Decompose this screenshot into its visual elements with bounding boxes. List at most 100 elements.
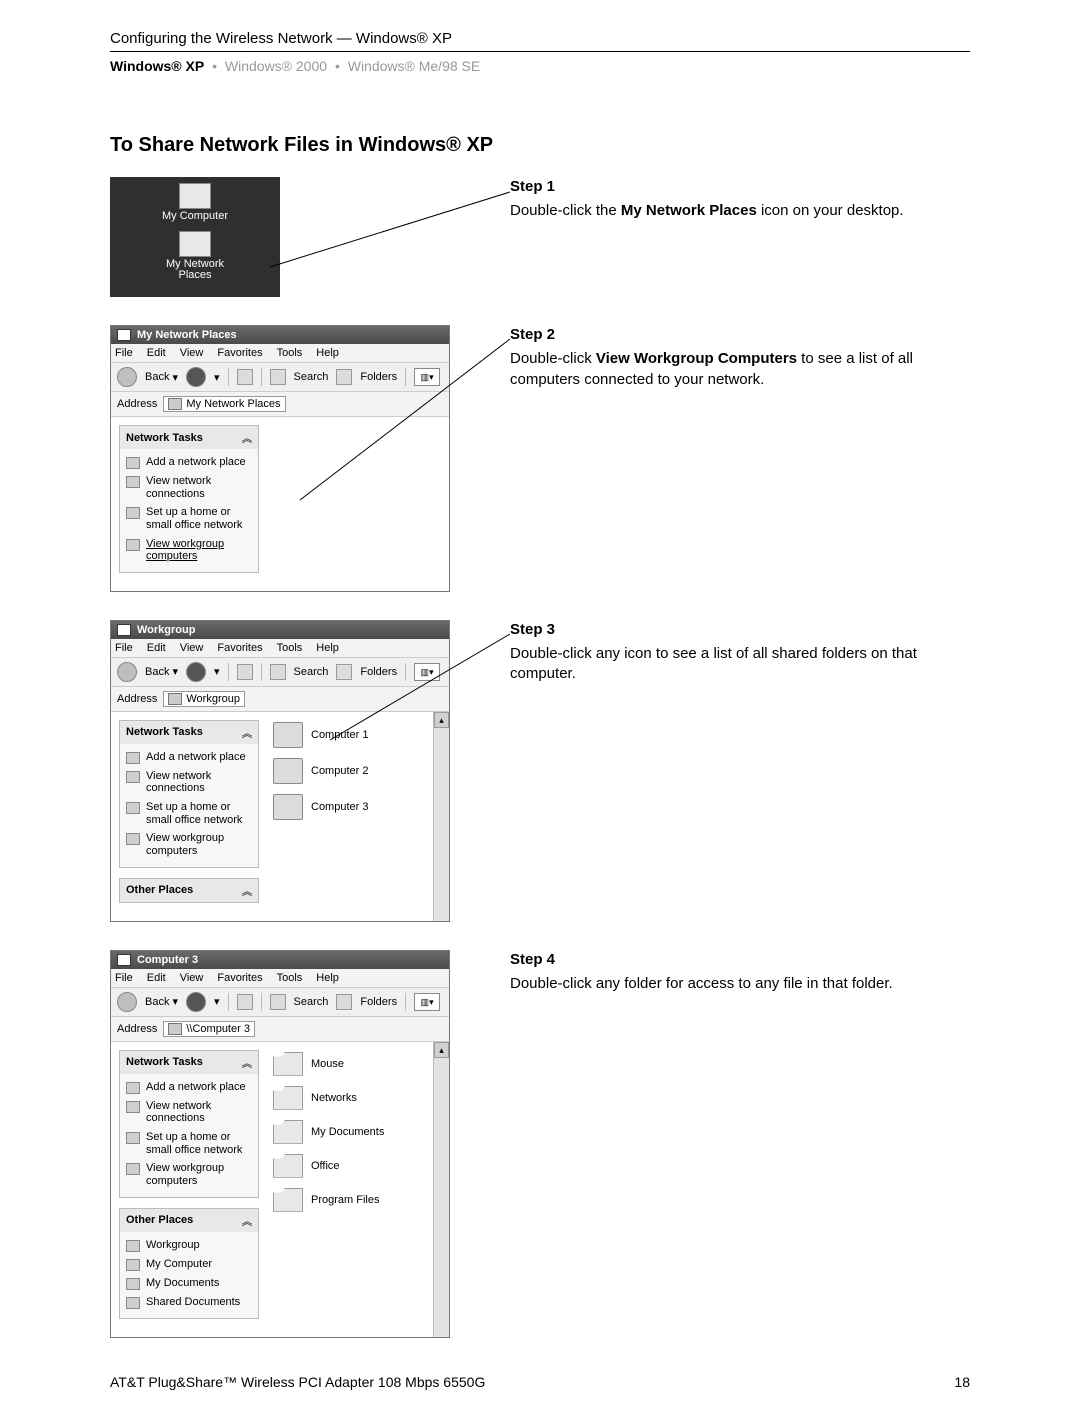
task-add-network-place[interactable]: Add a network place <box>124 748 254 767</box>
menu-edit[interactable]: Edit <box>147 642 166 654</box>
back-button[interactable]: Back ▾ <box>145 995 178 1008</box>
task-view-connections[interactable]: View network connections <box>124 1097 254 1128</box>
up-icon[interactable] <box>237 664 253 680</box>
tab-me98[interactable]: Windows® Me/98 SE <box>348 58 480 74</box>
collapse-icon[interactable]: ︽ <box>242 430 252 445</box>
shared-folder-item[interactable]: Networks <box>273 1086 421 1110</box>
search-icon[interactable] <box>270 369 286 385</box>
up-icon[interactable] <box>237 994 253 1010</box>
place-my-computer[interactable]: My Computer <box>124 1255 254 1274</box>
folders-button[interactable]: Folders <box>360 996 397 1008</box>
shared-folder-item[interactable]: My Documents <box>273 1120 421 1144</box>
scroll-up-icon[interactable]: ▴ <box>434 1042 449 1058</box>
task-add-network-place[interactable]: Add a network place <box>124 1078 254 1097</box>
scrollbar[interactable]: ▴ <box>433 712 449 921</box>
menu-tools[interactable]: Tools <box>277 347 303 359</box>
back-icon[interactable] <box>117 662 137 682</box>
address-field[interactable]: Workgroup <box>163 691 245 707</box>
views-button[interactable]: ▥▾ <box>414 663 440 681</box>
tab-xp[interactable]: Windows® XP <box>110 58 204 74</box>
documents-icon <box>126 1278 140 1290</box>
menu-file[interactable]: File <box>115 972 133 984</box>
folders-icon[interactable] <box>336 664 352 680</box>
menu-tools[interactable]: Tools <box>277 642 303 654</box>
back-button[interactable]: Back ▾ <box>145 665 178 678</box>
search-icon[interactable] <box>270 664 286 680</box>
separator <box>261 368 262 386</box>
menubar: File Edit View Favorites Tools Help <box>111 344 449 362</box>
folders-icon[interactable] <box>336 994 352 1010</box>
search-button[interactable]: Search <box>294 666 329 678</box>
place-my-documents[interactable]: My Documents <box>124 1274 254 1293</box>
forward-dropdown[interactable]: ▾ <box>214 995 220 1008</box>
menu-file[interactable]: File <box>115 642 133 654</box>
task-view-workgroup[interactable]: View workgroup computers <box>124 535 254 566</box>
computer-item[interactable]: Computer 3 <box>273 794 421 820</box>
computer-item[interactable]: Computer 1 <box>273 722 421 748</box>
menubar: File Edit View Favorites Tools Help <box>111 969 449 987</box>
menu-favorites[interactable]: Favorites <box>217 642 262 654</box>
titlebar[interactable]: Workgroup <box>111 621 449 639</box>
setup-icon <box>126 802 140 814</box>
menu-edit[interactable]: Edit <box>147 972 166 984</box>
task-view-connections[interactable]: View network connections <box>124 472 254 503</box>
shared-folder-item[interactable]: Program Files <box>273 1188 421 1212</box>
address-field[interactable]: My Network Places <box>163 396 285 412</box>
views-button[interactable]: ▥▾ <box>414 993 440 1011</box>
titlebar[interactable]: My Network Places <box>111 326 449 344</box>
computer-item[interactable]: Computer 2 <box>273 758 421 784</box>
address-field[interactable]: \\Computer 3 <box>163 1021 255 1037</box>
tab-2000[interactable]: Windows® 2000 <box>225 58 327 74</box>
place-shared-documents[interactable]: Shared Documents <box>124 1293 254 1312</box>
menu-help[interactable]: Help <box>316 347 339 359</box>
shared-folder-item[interactable]: Office <box>273 1154 421 1178</box>
task-view-workgroup[interactable]: View workgroup computers <box>124 829 254 860</box>
menu-help[interactable]: Help <box>316 972 339 984</box>
menu-file[interactable]: File <box>115 347 133 359</box>
task-setup-home-network[interactable]: Set up a home or small office network <box>124 503 254 534</box>
search-button[interactable]: Search <box>294 371 329 383</box>
task-add-network-place[interactable]: Add a network place <box>124 453 254 472</box>
menu-view[interactable]: View <box>180 972 204 984</box>
my-computer-icon[interactable] <box>179 183 211 209</box>
views-button[interactable]: ▥▾ <box>414 368 440 386</box>
titlebar[interactable]: Computer 3 <box>111 951 449 969</box>
my-network-places-window: My Network Places File Edit View Favorit… <box>110 325 450 592</box>
forward-icon[interactable] <box>186 662 206 682</box>
back-button[interactable]: Back ▾ <box>145 371 178 384</box>
search-button[interactable]: Search <box>294 996 329 1008</box>
search-icon[interactable] <box>270 994 286 1010</box>
task-view-connections[interactable]: View network connections <box>124 767 254 798</box>
folders-icon[interactable] <box>336 369 352 385</box>
scrollbar[interactable]: ▴ <box>433 1042 449 1337</box>
task-view-workgroup[interactable]: View workgroup computers <box>124 1159 254 1190</box>
up-icon[interactable] <box>237 369 253 385</box>
separator <box>261 993 262 1011</box>
back-icon[interactable] <box>117 992 137 1012</box>
task-setup-home-network[interactable]: Set up a home or small office network <box>124 1128 254 1159</box>
menu-favorites[interactable]: Favorites <box>217 972 262 984</box>
menu-edit[interactable]: Edit <box>147 347 166 359</box>
task-setup-home-network[interactable]: Set up a home or small office network <box>124 798 254 829</box>
forward-icon[interactable] <box>186 367 206 387</box>
menu-view[interactable]: View <box>180 347 204 359</box>
menu-favorites[interactable]: Favorites <box>217 347 262 359</box>
forward-dropdown[interactable]: ▾ <box>214 665 220 678</box>
back-icon[interactable] <box>117 367 137 387</box>
collapse-icon[interactable]: ︽ <box>242 1055 252 1070</box>
menu-tools[interactable]: Tools <box>277 972 303 984</box>
collapse-icon[interactable]: ︽ <box>242 883 252 898</box>
my-network-places-icon[interactable] <box>179 231 211 257</box>
address-label: Address <box>117 398 157 410</box>
collapse-icon[interactable]: ︽ <box>242 725 252 740</box>
menu-help[interactable]: Help <box>316 642 339 654</box>
place-workgroup[interactable]: Workgroup <box>124 1236 254 1255</box>
shared-folder-item[interactable]: Mouse <box>273 1052 421 1076</box>
forward-icon[interactable] <box>186 992 206 1012</box>
menu-view[interactable]: View <box>180 642 204 654</box>
folders-button[interactable]: Folders <box>360 666 397 678</box>
forward-dropdown[interactable]: ▾ <box>214 371 220 384</box>
collapse-icon[interactable]: ︽ <box>242 1213 252 1228</box>
scroll-up-icon[interactable]: ▴ <box>434 712 449 728</box>
folders-button[interactable]: Folders <box>360 371 397 383</box>
